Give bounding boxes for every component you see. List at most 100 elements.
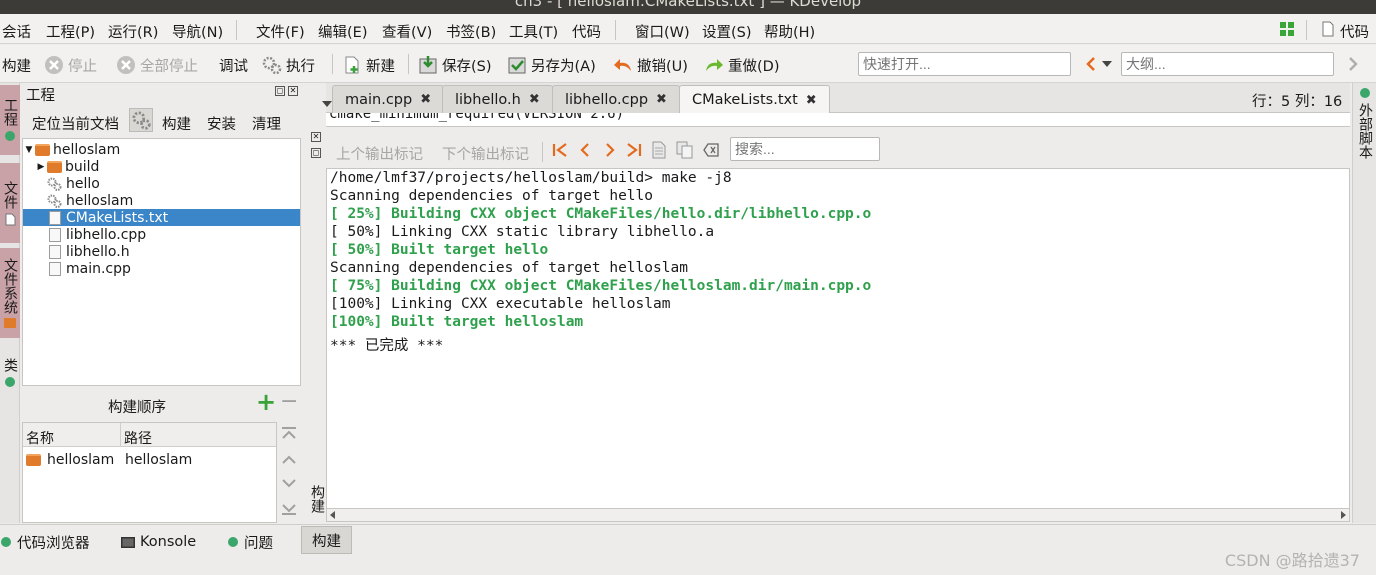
tree-item-helloslam[interactable]: ▼ helloslam — [23, 141, 300, 158]
left-tab-projects[interactable]: 工程 — [0, 85, 20, 155]
menu-run[interactable]: 运行(R) — [108, 21, 158, 42]
table-row[interactable]: helloslam helloslam — [23, 451, 276, 468]
build-output-view[interactable]: /home/lmf37/projects/helloslam/build> ma… — [326, 168, 1350, 509]
project-build-button[interactable]: 构建 — [162, 112, 191, 134]
column-header-path[interactable]: 路径 — [121, 423, 276, 447]
column-header-name[interactable]: 名称 — [23, 423, 121, 447]
save-icon — [419, 56, 437, 74]
main-toolbar: 构建 停止 全部停止 调试 执行 新建 保存(S) 另存为(A) 撤销(U) 重… — [0, 45, 1376, 83]
horizontal-scrollbar[interactable] — [326, 508, 1350, 522]
project-clean-button[interactable]: 清理 — [252, 112, 281, 134]
next-item-icon[interactable] — [602, 142, 618, 158]
file-icon — [49, 210, 61, 225]
panel-close-icon[interactable]: ✕ — [288, 86, 298, 96]
last-item-icon[interactable] — [626, 142, 642, 158]
select-all-icon[interactable] — [676, 141, 694, 159]
add-build-item-button[interactable]: + — [256, 388, 276, 416]
chevron-right-icon[interactable] — [1346, 57, 1360, 71]
undo-button[interactable]: 撤销(U) — [613, 54, 688, 76]
first-item-icon[interactable] — [552, 142, 568, 158]
bottom-tab-code-browser[interactable]: 代码浏览器 — [0, 531, 90, 553]
scroll-left-icon[interactable] — [329, 511, 337, 519]
tree-expand-arrow[interactable]: ▶ — [35, 162, 47, 172]
panel-float-icon[interactable]: ◻ — [311, 148, 321, 158]
menu-navigate[interactable]: 导航(N) — [172, 21, 223, 42]
project-install-button[interactable]: 安装 — [207, 112, 236, 134]
area-grid-icon[interactable] — [1280, 22, 1295, 37]
tree-item-libhello-cpp[interactable]: libhello.cpp — [23, 226, 300, 243]
tab-close-icon[interactable]: ✖ — [806, 93, 817, 108]
tree-item-build[interactable]: ▶ build — [23, 158, 300, 175]
build-button[interactable]: 构建 — [2, 54, 31, 76]
tab-libhello-h[interactable]: libhello.h ✖ — [442, 85, 553, 113]
execute-button[interactable]: 执行 — [262, 54, 315, 76]
move-bottom-icon[interactable] — [281, 502, 297, 516]
tab-label: libhello.cpp — [565, 91, 649, 108]
tree-item-helloslam-target[interactable]: helloslam — [23, 192, 300, 209]
left-tab-documents[interactable]: 文件 — [0, 163, 20, 243]
stop-button[interactable]: 停止 — [44, 54, 97, 76]
tab-close-icon[interactable]: ✖ — [529, 92, 540, 107]
copy-document-icon[interactable] — [652, 141, 666, 159]
quick-open-input[interactable] — [858, 52, 1071, 76]
tree-item-cmakelists[interactable]: CMakeLists.txt — [23, 209, 300, 226]
chevron-down-icon[interactable] — [1102, 61, 1112, 69]
tree-item-label: helloslam — [53, 141, 121, 158]
menu-view[interactable]: 查看(V) — [382, 21, 432, 42]
outline-input[interactable] — [1121, 52, 1334, 76]
output-search-input[interactable] — [730, 137, 880, 161]
tree-expand-arrow[interactable]: ▼ — [23, 145, 35, 155]
build-gears-button[interactable] — [129, 108, 153, 132]
tree-item-libhello-h[interactable]: libhello.h — [23, 243, 300, 260]
panel-close-icon[interactable]: ✕ — [311, 132, 321, 142]
move-top-icon[interactable] — [281, 426, 297, 440]
tab-main-cpp[interactable]: main.cpp ✖ — [332, 85, 445, 113]
menu-window[interactable]: 窗口(W) — [635, 21, 690, 42]
stop-all-button[interactable]: 全部停止 — [116, 54, 198, 76]
menu-bookmarks[interactable]: 书签(B) — [446, 21, 496, 42]
build-output-toolbar: 上个输出标记 下个输出标记 — [326, 136, 1350, 166]
bottom-tab-problems[interactable]: 问题 — [227, 531, 273, 553]
code-editor-peek[interactable]: cmake_minimum_required(VERSION 2.6) — [326, 113, 1350, 127]
tab-list-chevron-icon[interactable] — [322, 101, 332, 109]
build-order-table[interactable]: 名称 路径 helloslam helloslam — [22, 422, 277, 523]
new-file-button[interactable]: 新建 — [342, 54, 395, 76]
menu-session[interactable]: 会话 — [2, 21, 31, 42]
bottom-tab-build[interactable]: 构建 — [301, 526, 352, 554]
previous-item-icon[interactable] — [577, 142, 593, 158]
scroll-right-icon[interactable] — [1339, 511, 1347, 519]
left-tab-filesystem[interactable]: 文件系统 — [0, 248, 20, 338]
tab-close-icon[interactable]: ✖ — [420, 92, 431, 107]
tab-cmakelists[interactable]: CMakeLists.txt ✖ — [679, 85, 830, 114]
menu-tools[interactable]: 工具(T) — [509, 21, 558, 42]
prev-output-marker-button[interactable]: 上个输出标记 — [336, 142, 423, 164]
tree-item-main-cpp[interactable]: main.cpp — [23, 260, 300, 277]
project-tree[interactable]: ▼ helloslam ▶ build hello helloslam CMak… — [22, 138, 301, 386]
redo-button[interactable]: 重做(D) — [704, 54, 779, 76]
clear-output-icon[interactable] — [703, 143, 719, 157]
tab-close-icon[interactable]: ✖ — [656, 92, 667, 107]
panel-float-icon[interactable]: ◻ — [275, 86, 285, 96]
menu-file[interactable]: 文件(F) — [256, 21, 305, 42]
debug-button[interactable]: 调试 — [219, 54, 248, 76]
save-as-button[interactable]: 另存为(A) — [507, 54, 596, 76]
remove-build-item-button[interactable]: − — [280, 389, 298, 414]
tree-item-hello-target[interactable]: hello — [23, 175, 300, 192]
menu-help[interactable]: 帮助(H) — [764, 21, 815, 42]
output-line: Scanning dependencies of target hellosla… — [330, 260, 688, 276]
save-button[interactable]: 保存(S) — [418, 54, 492, 76]
next-output-marker-button[interactable]: 下个输出标记 — [442, 142, 529, 164]
left-tab-classes[interactable]: 类 — [0, 353, 20, 393]
area-code-button[interactable]: 代码 — [1340, 21, 1369, 42]
move-down-icon[interactable] — [281, 476, 297, 490]
move-up-icon[interactable] — [281, 452, 297, 466]
menu-edit[interactable]: 编辑(E) — [318, 21, 367, 42]
tab-libhello-cpp[interactable]: libhello.cpp ✖ — [552, 85, 680, 113]
chevron-left-icon[interactable] — [1084, 57, 1098, 71]
locate-document-button[interactable]: 定位当前文档 — [32, 112, 119, 134]
right-tab-external-scripts[interactable]: 外部脚本 — [1355, 87, 1375, 159]
menu-settings[interactable]: 设置(S) — [702, 21, 752, 42]
menu-project[interactable]: 工程(P) — [46, 21, 95, 42]
bottom-tab-konsole[interactable]: Konsole — [121, 531, 196, 553]
menu-code[interactable]: 代码 — [572, 21, 601, 42]
